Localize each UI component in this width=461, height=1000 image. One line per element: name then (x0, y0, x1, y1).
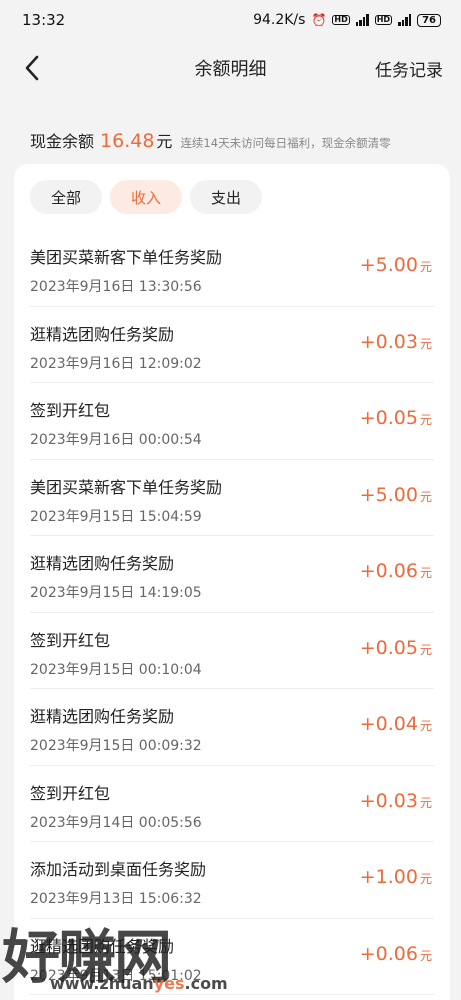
record-unit: 元 (419, 260, 432, 274)
record-amount-group: +0.03 元 (360, 790, 432, 812)
task-record-link[interactable]: 任务记录 (375, 56, 443, 81)
page-title: 余额明细 (194, 59, 267, 80)
balance-summary: 现金余额 16.48 元 连续14天未访问每日福利，现金余额清零 (30, 128, 391, 156)
record-amount: +0.03 (359, 330, 418, 353)
list-item[interactable]: 添加活动到桌面任务奖励 2023年9月13日 15:06:32 +1.00 元 (30, 842, 434, 919)
record-time: 2023年9月14日 00:05:56 (30, 814, 202, 831)
list-item[interactable]: 签到开红包 2023年9月16日 00:00:54 +0.05 元 (30, 383, 434, 460)
record-title: 逛精选团购任务奖励 (30, 707, 175, 726)
record-amount: +0.04 (359, 713, 418, 735)
record-amount: +5.00 (359, 254, 418, 276)
record-amount-group: +5.00 元 (360, 484, 432, 506)
record-amount-group: +0.05 元 (360, 407, 432, 429)
record-amount: +5.00 (359, 483, 418, 506)
back-button[interactable] (18, 50, 46, 86)
battery-level: 76 (422, 14, 436, 26)
hd-icon: HD (332, 15, 350, 25)
record-time: 2023年9月16日 12:09:02 (30, 355, 202, 372)
balance-note: 连续14天未访问每日福利，现金余额清零 (180, 136, 391, 150)
record-amount-group: +5.00 元 (360, 254, 432, 276)
hd-icon-2: HD (374, 15, 393, 25)
record-unit: 元 (419, 566, 432, 580)
record-amount: +0.06 (359, 942, 418, 965)
record-time: 2023年9月16日 00:00:54 (30, 432, 202, 448)
record-amount-group: +0.06 元 (360, 943, 432, 965)
records-list: 美团买菜新客下单任务奖励 2023年9月16日 13:30:56 +5.00 元 … (14, 230, 450, 995)
record-amount-group: +0.05 元 (360, 637, 432, 659)
record-time: 2023年9月15日 00:10:04 (30, 661, 202, 678)
record-amount: +0.06 (359, 560, 418, 582)
battery-icon: 76 (417, 13, 441, 27)
balance-label: 现金余额 (30, 132, 95, 151)
record-unit: 元 (419, 719, 432, 733)
record-unit: 元 (419, 948, 432, 963)
record-amount-group: +0.04 元 (360, 713, 432, 735)
alarm-icon: ⏰ (311, 13, 327, 27)
record-title: 添加活动到桌面任务奖励 (30, 860, 207, 879)
signal-icon (355, 14, 369, 26)
record-amount: +1.00 (359, 866, 418, 888)
list-item[interactable]: 逛精选团购任务奖励 2023年9月16日 12:09:02 +0.03 元 (30, 307, 434, 383)
balance-amount: 16.48 (100, 130, 155, 152)
record-unit: 元 (419, 336, 432, 351)
balance-unit: 元 (156, 132, 173, 151)
tab-income[interactable]: 收入 (110, 180, 182, 214)
record-title: 逛精选团购任务奖励 (30, 936, 175, 956)
record-title: 签到开红包 (30, 783, 111, 803)
tab-expense[interactable]: 支出 (190, 180, 262, 214)
status-time: 13:32 (22, 11, 66, 29)
list-item[interactable]: 美团买菜新客下单任务奖励 2023年9月16日 13:30:56 +5.00 元 (30, 230, 434, 307)
record-unit: 元 (419, 489, 432, 504)
record-amount: +0.05 (359, 407, 418, 429)
record-title: 签到开红包 (30, 630, 111, 650)
record-amount-group: +0.03 元 (360, 331, 432, 353)
network-speed: 94.2K/s (253, 12, 306, 28)
list-item[interactable]: 签到开红包 2023年9月14日 00:05:56 +0.03 元 (30, 766, 434, 842)
list-item[interactable]: 美团买菜新客下单任务奖励 2023年9月15日 15:04:59 +5.00 元 (30, 460, 434, 536)
tab-all[interactable]: 全部 (30, 180, 102, 214)
list-item[interactable]: 签到开红包 2023年9月15日 00:10:04 +0.05 元 (30, 613, 434, 689)
record-time: 2023年9月15日 15:04:59 (30, 508, 202, 525)
record-time: 2023年9月13日 15:01:02 (30, 967, 202, 984)
record-unit: 元 (419, 642, 432, 657)
list-item[interactable]: 逛精选团购任务奖励 2023年9月15日 14:19:05 +0.06 元 (30, 536, 434, 613)
record-title: 美团买菜新客下单任务奖励 (30, 248, 223, 267)
nav-bar: 余额明细 任务记录 (0, 40, 461, 96)
record-unit: 元 (419, 413, 432, 427)
record-time: 2023年9月15日 00:09:32 (30, 738, 202, 754)
record-title: 逛精选团购任务奖励 (30, 554, 175, 573)
record-title: 签到开红包 (30, 401, 111, 420)
filter-tabs: 全部 收入 支出 (30, 180, 262, 214)
chevron-left-icon (25, 55, 39, 81)
status-bar: 13:32 94.2K/s ⏰ HD HD 76 (0, 0, 461, 40)
list-item[interactable]: 逛精选团购任务奖励 2023年9月15日 00:09:32 +0.04 元 (30, 689, 434, 766)
records-card: 全部 收入 支出 美团买菜新客下单任务奖励 2023年9月16日 13:30:5… (14, 164, 450, 1000)
list-item[interactable]: 逛精选团购任务奖励 2023年9月13日 15:01:02 +0.06 元 (30, 919, 434, 995)
record-amount-group: +1.00 元 (360, 866, 432, 888)
record-title: 美团买菜新客下单任务奖励 (30, 477, 223, 497)
record-title: 逛精选团购任务奖励 (30, 324, 175, 344)
record-time: 2023年9月16日 13:30:56 (30, 279, 202, 295)
record-unit: 元 (419, 795, 432, 810)
record-amount-group: +0.06 元 (360, 560, 432, 582)
record-amount: +0.05 (359, 636, 418, 659)
status-icons: 94.2K/s ⏰ HD HD 76 (253, 12, 441, 28)
record-time: 2023年9月13日 15:06:32 (30, 891, 202, 907)
record-unit: 元 (419, 872, 432, 886)
record-time: 2023年9月15日 14:19:05 (30, 585, 202, 601)
record-amount: +0.03 (359, 789, 418, 812)
signal-icon-2 (398, 14, 412, 26)
